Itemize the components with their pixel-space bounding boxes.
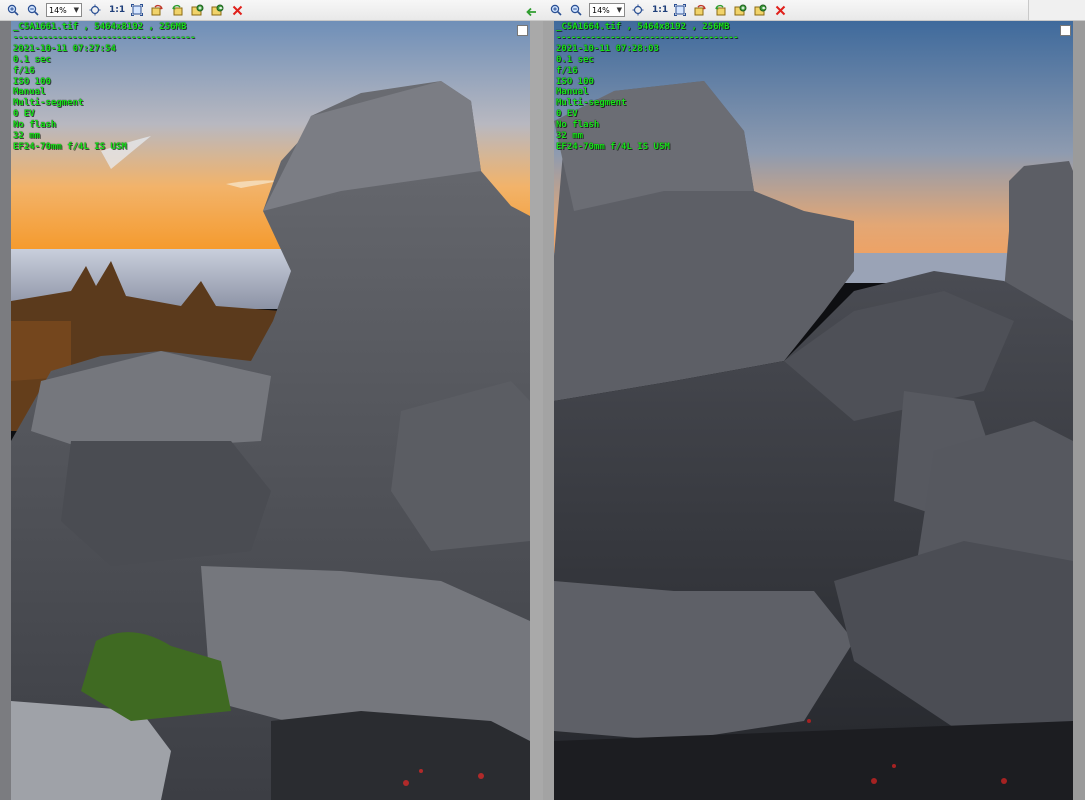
filename-line: _C5A1661.tif , 5464x8192 , 256MB <box>13 22 187 32</box>
zoom-in-icon[interactable] <box>4 2 22 18</box>
metering-mode: Multi-segment <box>556 98 627 109</box>
right-scroll-gutter[interactable] <box>1073 21 1085 800</box>
close-icon[interactable] <box>771 2 789 18</box>
fit-window-icon[interactable] <box>629 2 647 18</box>
zoom-out-icon[interactable] <box>24 2 42 18</box>
separator: ------------------------------------- <box>556 32 738 43</box>
exposure-bias: 0 EV <box>556 109 578 120</box>
rotate-right-icon[interactable] <box>168 2 186 18</box>
right-pane-margin <box>543 21 554 800</box>
zoom-out-icon[interactable] <box>567 2 585 18</box>
select-checkbox[interactable] <box>1060 25 1071 36</box>
lens: EF24-70mm f/4L IS USM <box>556 141 670 152</box>
left-toolbar: 14% ▼ 1:1 <box>0 0 543 21</box>
export-icon[interactable] <box>751 2 769 18</box>
focal-length: 32 mm <box>556 131 584 142</box>
iso: ISO 100 <box>556 76 594 87</box>
actual-size-button[interactable]: 1:1 <box>106 5 128 15</box>
zoom-value: 14% <box>49 5 67 15</box>
focal-length: 32 mm <box>13 131 41 142</box>
pane-divider[interactable] <box>530 21 543 800</box>
actual-size-button[interactable]: 1:1 <box>649 5 671 15</box>
rotate-left-icon[interactable] <box>148 2 166 18</box>
select-checkbox[interactable] <box>517 25 528 36</box>
rotate-left-icon[interactable] <box>691 2 709 18</box>
aperture: f/16 <box>556 65 578 76</box>
zoom-select[interactable]: 14% ▼ <box>46 3 82 17</box>
left-pane-margin <box>0 21 11 800</box>
chevron-down-icon: ▼ <box>616 6 622 14</box>
chevron-down-icon: ▼ <box>73 6 79 14</box>
fit-screen-icon[interactable] <box>128 2 146 18</box>
right-pane: 14% ▼ 1:1 _C5A1664.tif , 5464x8192 , 256… <box>543 0 1085 800</box>
toolbar-empty-area <box>1028 0 1085 20</box>
sync-arrow-icon[interactable] <box>525 3 537 22</box>
export-icon[interactable] <box>208 2 226 18</box>
image-compare-window: 14% ▼ 1:1 _C5A1661.tif , 5464x8192 , 256… <box>0 0 1085 800</box>
left-exif-overlay: _C5A1661.tif , 5464x8192 , 256MB --------… <box>13 22 195 153</box>
aperture: f/16 <box>13 65 35 76</box>
fit-window-icon[interactable] <box>86 2 104 18</box>
exposure-mode: Manual <box>13 87 46 98</box>
zoom-value: 14% <box>592 5 610 15</box>
exposure-mode: Manual <box>556 87 589 98</box>
rotate-right-icon[interactable] <box>711 2 729 18</box>
zoom-select[interactable]: 14% ▼ <box>589 3 625 17</box>
iso: ISO 100 <box>13 76 51 87</box>
capture-datetime: 2021-10-11 07:28:03 <box>556 43 659 54</box>
right-exif-overlay: _C5A1664.tif , 5464x8192 , 256MB --------… <box>556 22 738 153</box>
shutter-speed: 0.1 sec <box>556 54 594 65</box>
flash: No flash <box>13 120 57 131</box>
zoom-in-icon[interactable] <box>547 2 565 18</box>
filename-line: _C5A1664.tif , 5464x8192 , 256MB <box>556 22 730 32</box>
flip-icon[interactable] <box>731 2 749 18</box>
metering-mode: Multi-segment <box>13 98 84 109</box>
flip-icon[interactable] <box>188 2 206 18</box>
right-image-viewer[interactable]: _C5A1664.tif , 5464x8192 , 256MB --------… <box>554 21 1073 800</box>
fit-screen-icon[interactable] <box>671 2 689 18</box>
flash: No flash <box>556 120 600 131</box>
separator: ------------------------------------- <box>13 32 195 43</box>
lens: EF24-70mm f/4L IS USM <box>13 141 127 152</box>
close-icon[interactable] <box>228 2 246 18</box>
left-image-viewer[interactable]: _C5A1661.tif , 5464x8192 , 256MB --------… <box>11 21 530 800</box>
left-pane: 14% ▼ 1:1 _C5A1661.tif , 5464x8192 , 256… <box>0 0 543 800</box>
right-toolbar: 14% ▼ 1:1 <box>543 0 1085 21</box>
exposure-bias: 0 EV <box>13 109 35 120</box>
capture-datetime: 2021-10-11 07:27:54 <box>13 43 116 54</box>
shutter-speed: 0.1 sec <box>13 54 51 65</box>
